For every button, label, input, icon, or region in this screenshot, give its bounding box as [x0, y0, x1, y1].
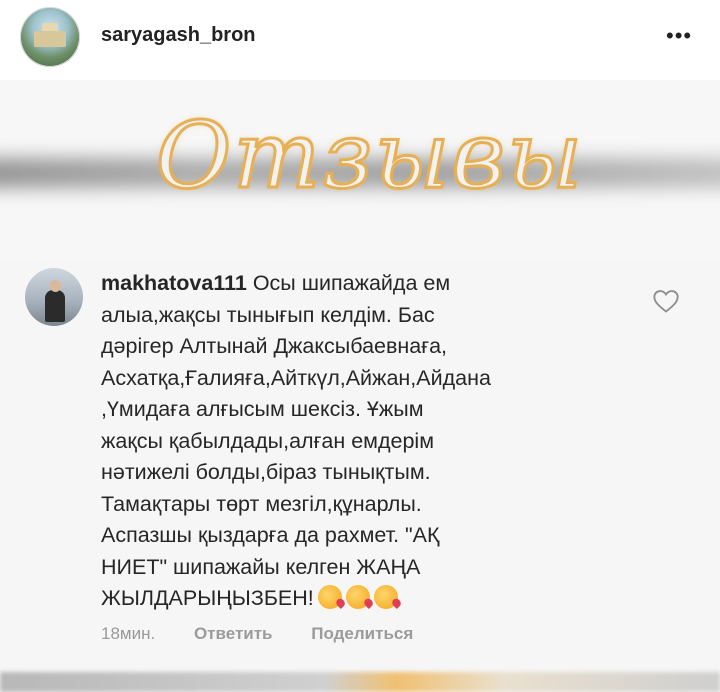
banner-title: Отзывы — [154, 101, 585, 211]
kiss-emoji — [345, 585, 370, 609]
kiss-emoji — [373, 585, 398, 609]
reviews-banner: Отзывы — [0, 80, 720, 258]
comment-line: Тамақтары төрт мезгіл,құнарлы. — [101, 491, 422, 516]
comment-text: makhatova111 Осы шипажайда ем алыа,жақсы… — [101, 268, 601, 615]
avatar-building — [34, 31, 66, 47]
comment-line: нәтижелі болды,біраз тынықтым. — [101, 460, 431, 484]
heart-icon[interactable] — [652, 288, 680, 314]
avatar-person — [45, 290, 65, 322]
reply-button[interactable]: Ответить — [194, 624, 273, 643]
kiss-emoji — [317, 585, 342, 609]
comment-line: жақсы қабылдады,алған емдерім — [101, 428, 434, 453]
comment-line: Аспазшы қыздарға да рахмет. "АҚ — [101, 523, 440, 547]
comment-line: алыа,жақсы тынығып келдім. Бас — [101, 302, 435, 327]
comment-line: ,Үмидаға алғысым шексіз. Ұжым — [101, 397, 424, 421]
comment-line: ЖЫЛДАРЫҢЫЗБЕН! — [101, 586, 314, 610]
profile-avatar[interactable] — [20, 7, 80, 67]
post-username[interactable]: saryagash_bron — [101, 24, 256, 47]
comment-line: дәрігер Алтынай Джаксыбаевнаға, — [101, 334, 448, 358]
share-button[interactable]: Поделиться — [311, 624, 413, 643]
post-header: saryagash_bron ••• — [0, 0, 720, 80]
bottom-blurred-strip — [0, 672, 720, 692]
comment: makhatova111 Осы шипажайда ем алыа,жақсы… — [0, 258, 720, 672]
commenter-username[interactable]: makhatova111 — [101, 271, 247, 295]
commenter-avatar[interactable] — [25, 268, 83, 326]
comment-line: Осы шипажайда ем — [252, 271, 451, 295]
comment-line: Асхатқа,Ғалияға,Айткүл,Айжан,Айдана — [101, 365, 491, 390]
more-dots-icon[interactable]: ••• — [666, 25, 694, 47]
avatar-head — [50, 280, 61, 292]
comment-time: 18мин. — [101, 624, 156, 643]
comment-line: НИЕТ" шипажайы келген ЖАҢА — [101, 554, 421, 579]
comment-meta: 18мин. Ответить Поделиться — [101, 624, 447, 644]
